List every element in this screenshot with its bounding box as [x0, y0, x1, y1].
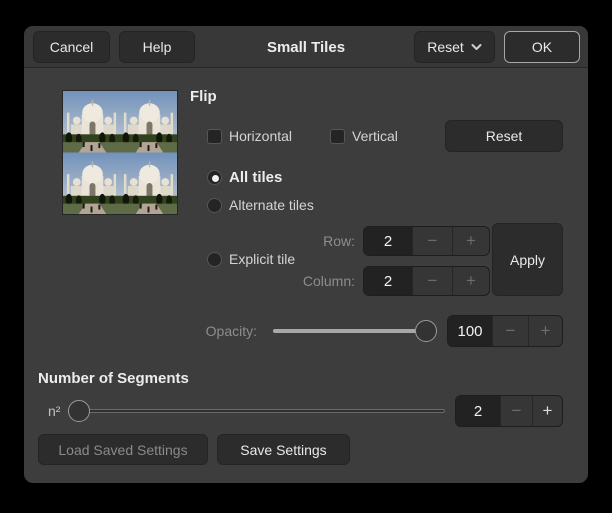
segments-heading: Number of Segments: [38, 370, 189, 387]
explicit-tile-radio[interactable]: [207, 252, 222, 267]
help-button[interactable]: Help: [119, 31, 195, 63]
reset-menu-label: Reset: [427, 39, 464, 55]
column-decrement-button[interactable]: −: [412, 267, 452, 295]
vertical-checkbox[interactable]: [330, 129, 345, 144]
segments-symbol-label: n²: [48, 403, 60, 419]
opacity-increment-button[interactable]: +: [528, 316, 562, 346]
row-increment-button[interactable]: +: [452, 227, 489, 255]
column-label: Column:: [303, 273, 355, 289]
segments-slider-knob[interactable]: [68, 400, 90, 422]
row-decrement-button[interactable]: −: [412, 227, 452, 255]
save-settings-button[interactable]: Save Settings: [217, 434, 350, 465]
horizontal-checkbox-label[interactable]: Horizontal: [229, 128, 292, 144]
small-tiles-dialog: Small Tiles Cancel Help Reset OK: [24, 26, 588, 483]
opacity-slider[interactable]: [273, 320, 437, 342]
alternate-tiles-radio[interactable]: [207, 198, 222, 213]
opacity-spinner: 100 − +: [447, 315, 563, 347]
opacity-value-field[interactable]: 100: [448, 316, 492, 346]
column-spinner: 2 − +: [363, 266, 490, 296]
row-spinner: 2 − +: [363, 226, 490, 256]
opacity-decrement-button[interactable]: −: [492, 316, 528, 346]
apply-button[interactable]: Apply: [492, 223, 563, 296]
cancel-button[interactable]: Cancel: [33, 31, 110, 63]
alternate-tiles-radio-label[interactable]: Alternate tiles: [229, 197, 314, 213]
segments-slider-trough: [68, 409, 445, 413]
load-saved-settings-button[interactable]: Load Saved Settings: [38, 434, 208, 465]
segments-decrement-button[interactable]: −: [500, 396, 532, 426]
ok-button[interactable]: OK: [504, 31, 580, 63]
reset-menu-button[interactable]: Reset: [414, 31, 495, 63]
column-value-field[interactable]: 2: [364, 267, 412, 295]
header-bar: Small Tiles Cancel Help Reset OK: [24, 26, 588, 68]
segments-value-field[interactable]: 2: [456, 396, 500, 426]
all-tiles-radio-label[interactable]: All tiles: [229, 169, 282, 186]
vertical-checkbox-label[interactable]: Vertical: [352, 128, 398, 144]
row-label: Row:: [323, 233, 355, 249]
chevron-down-icon: [471, 43, 482, 51]
opacity-slider-fill: [273, 329, 426, 333]
all-tiles-radio[interactable]: [207, 170, 222, 185]
segments-spinner: 2 − +: [455, 395, 563, 427]
tile-preview-image: [62, 90, 178, 215]
horizontal-checkbox[interactable]: [207, 129, 222, 144]
row-value-field[interactable]: 2: [364, 227, 412, 255]
column-increment-button[interactable]: +: [452, 267, 489, 295]
flip-heading: Flip: [190, 88, 217, 105]
segments-increment-button[interactable]: +: [532, 396, 562, 426]
opacity-slider-knob[interactable]: [415, 320, 437, 342]
opacity-label: Opacity:: [206, 323, 257, 339]
flip-reset-button[interactable]: Reset: [445, 120, 563, 152]
segments-slider[interactable]: [68, 400, 445, 422]
